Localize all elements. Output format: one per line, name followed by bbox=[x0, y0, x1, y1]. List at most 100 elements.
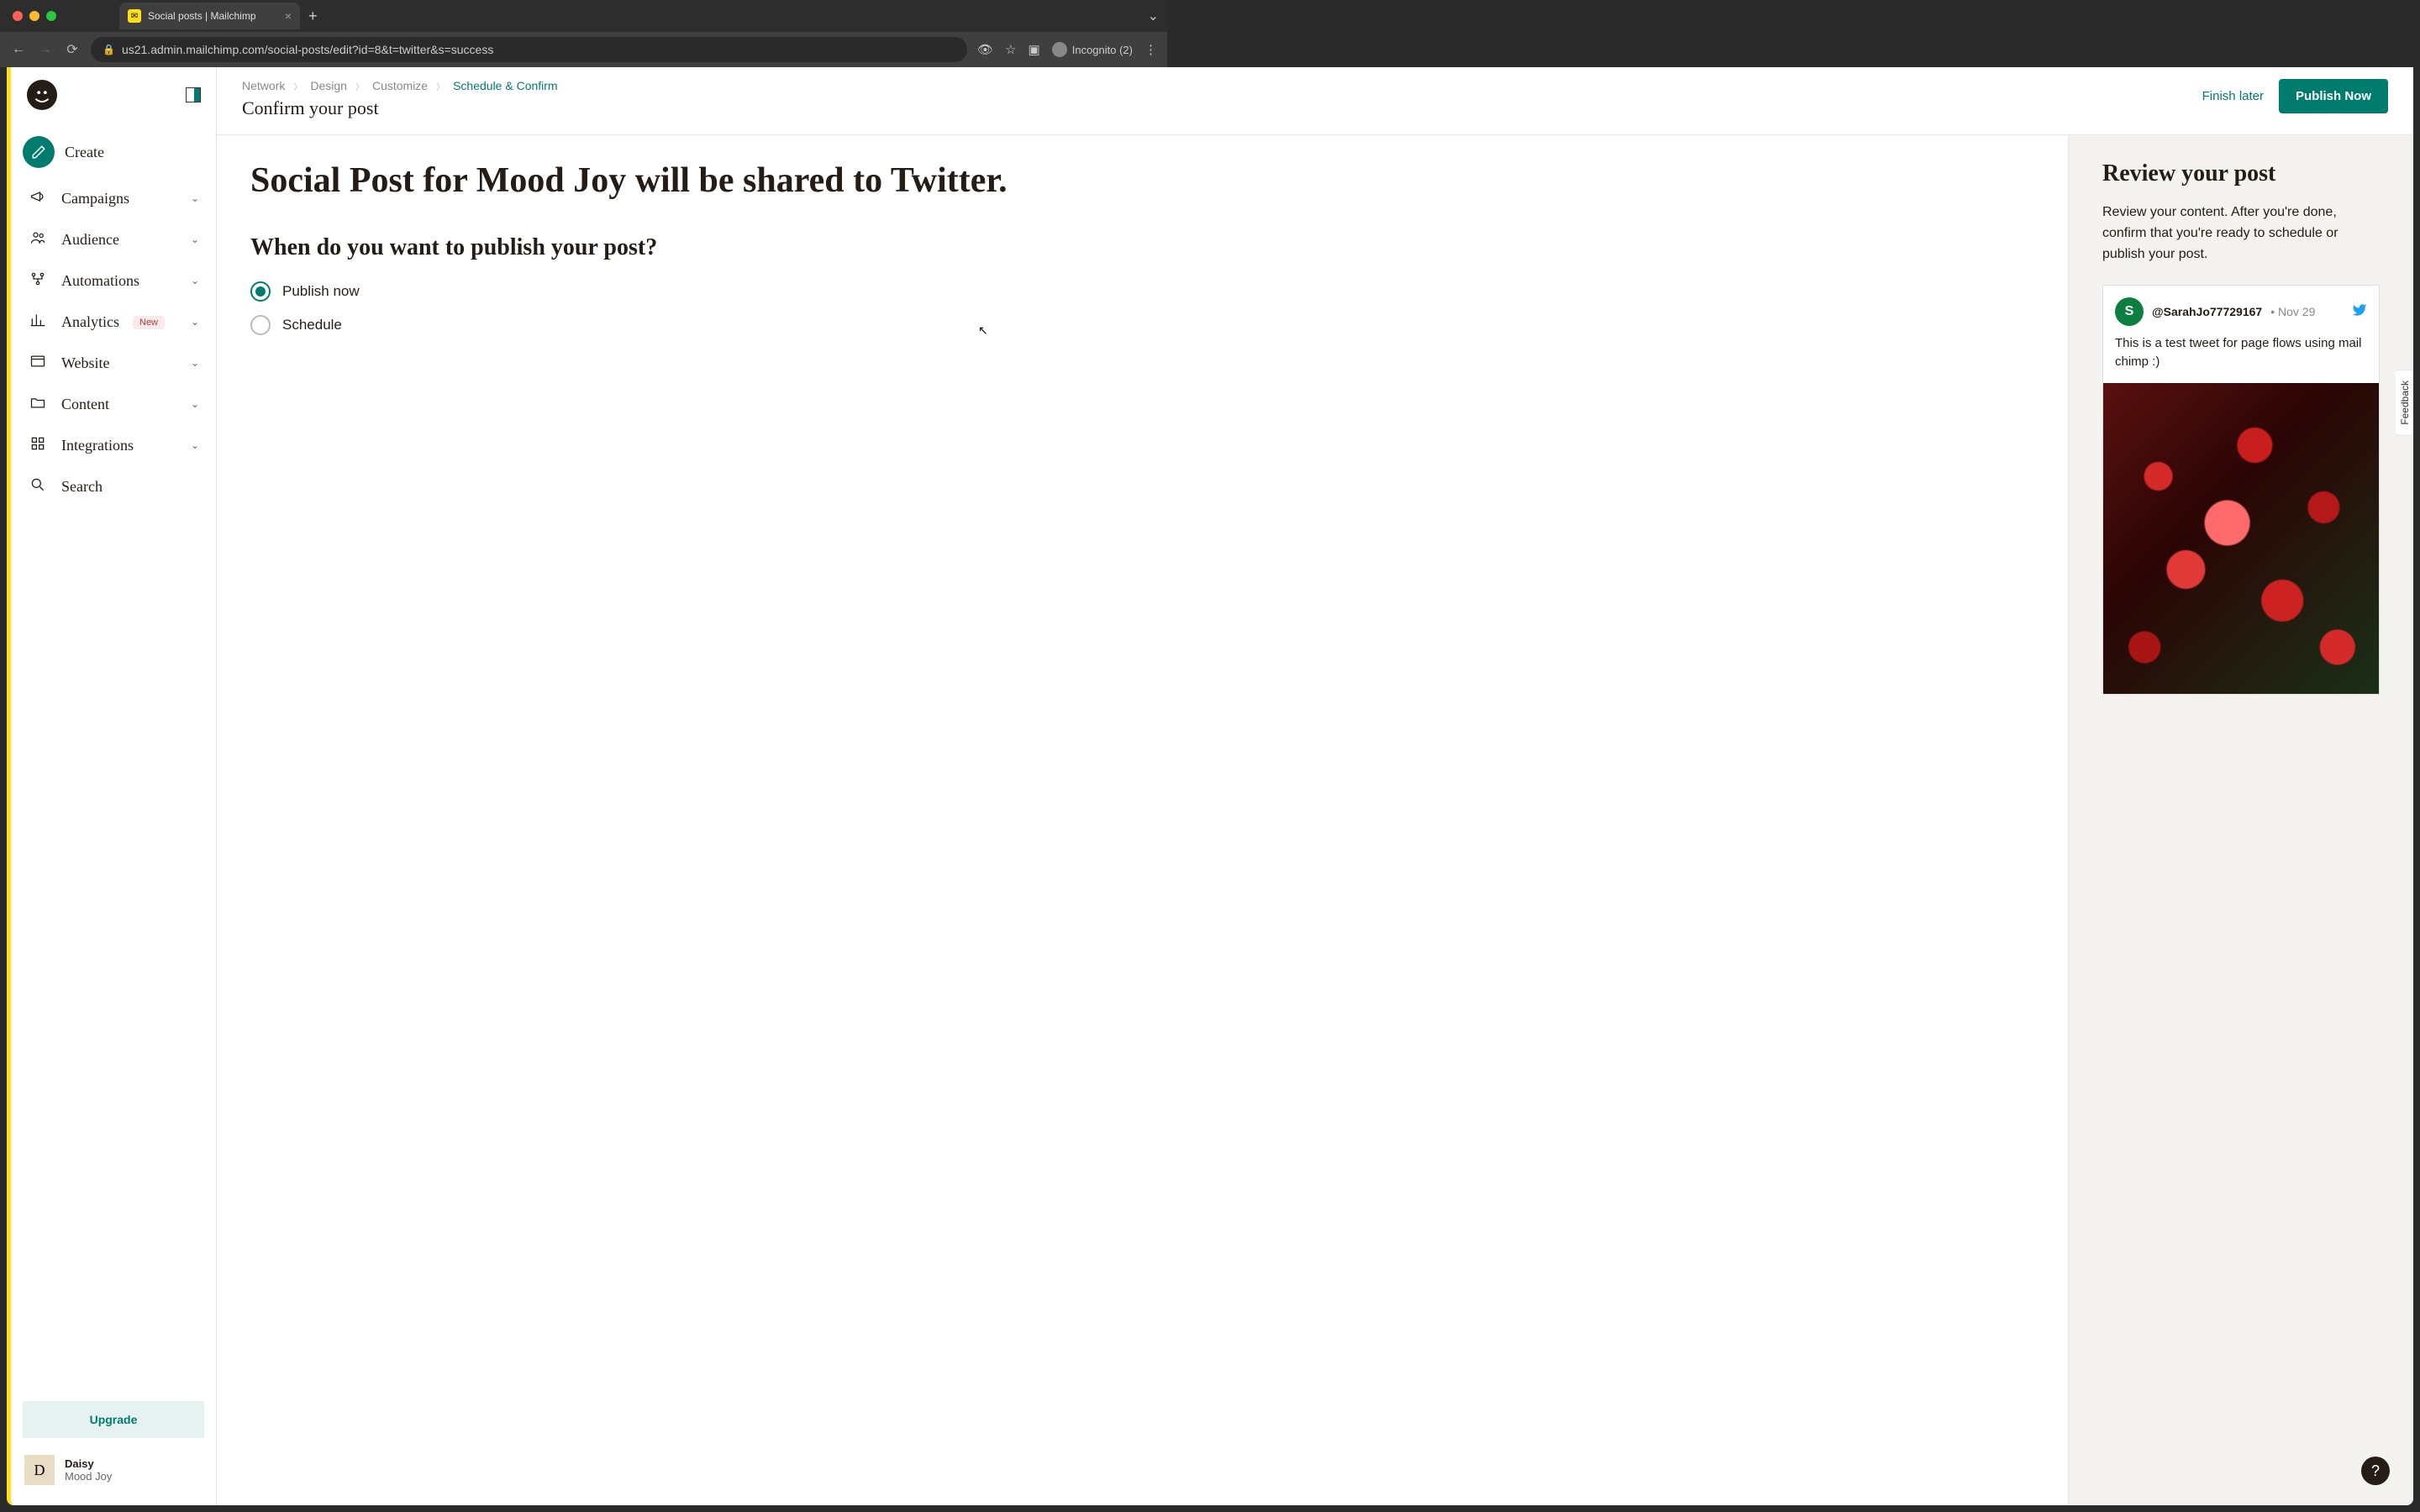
twitter-icon bbox=[2352, 302, 2367, 322]
tabs-dropdown-icon[interactable]: ⌄ bbox=[1148, 8, 1159, 24]
tweet-handle: @SarahJo77729167 bbox=[2152, 305, 2262, 318]
breadcrumb-customize[interactable]: Customize bbox=[372, 79, 428, 92]
favicon-icon: ✉ bbox=[128, 9, 141, 23]
close-window-icon[interactable] bbox=[13, 11, 23, 21]
radio-label: Publish now bbox=[282, 283, 360, 300]
nav-label: Audience bbox=[61, 231, 119, 249]
breadcrumb-schedule-confirm[interactable]: Schedule & Confirm bbox=[453, 79, 558, 92]
nav-label: Campaigns bbox=[61, 190, 129, 207]
pencil-icon bbox=[23, 136, 55, 168]
finish-later-link[interactable]: Finish later bbox=[2202, 89, 2264, 103]
kebab-menu-icon[interactable]: ⋮ bbox=[1144, 42, 1157, 57]
chevron-right-icon: 〉 bbox=[293, 80, 302, 92]
extension-icon[interactable]: ▣ bbox=[1028, 42, 1040, 57]
chevron-down-icon: ⌄ bbox=[191, 357, 199, 370]
tab-close-icon[interactable]: × bbox=[285, 9, 292, 23]
browser-tab[interactable]: ✉ Social posts | Mailchimp × bbox=[119, 3, 300, 29]
radio-publish-now[interactable]: Publish now bbox=[250, 281, 2034, 302]
radio-icon bbox=[250, 281, 271, 302]
incognito-label: Incognito (2) bbox=[1072, 44, 1133, 56]
sidebar-item-campaigns[interactable]: Campaigns ⌄ bbox=[19, 178, 208, 219]
lock-icon: 🔒 bbox=[103, 44, 115, 55]
chevron-down-icon: ⌄ bbox=[191, 275, 199, 287]
sidebar-item-analytics[interactable]: Analytics New ⌄ bbox=[19, 302, 208, 343]
eye-off-icon[interactable]: 👁 bbox=[977, 42, 993, 57]
chevron-right-icon: 〉 bbox=[436, 80, 445, 92]
sidebar-item-integrations[interactable]: Integrations ⌄ bbox=[19, 425, 208, 466]
forward-button[interactable]: → bbox=[37, 42, 54, 57]
url-text: us21.admin.mailchimp.com/social-posts/ed… bbox=[122, 43, 493, 56]
sidebar-item-automations[interactable]: Automations ⌄ bbox=[19, 260, 208, 302]
upgrade-button[interactable]: Upgrade bbox=[23, 1401, 204, 1438]
review-title: Review your post bbox=[2102, 160, 2380, 187]
user-info: Daisy Mood Joy bbox=[65, 1457, 112, 1483]
browser-chrome: ✉ Social posts | Mailchimp × + ⌄ ← → ⟳ 🔒… bbox=[0, 0, 1167, 67]
page-header: Network 〉 Design 〉 Customize 〉 Schedule … bbox=[217, 67, 2413, 135]
app-window: Create Campaigns ⌄ Audience ⌄ bbox=[7, 67, 2413, 1505]
nav-label: Analytics bbox=[61, 313, 119, 331]
radio-schedule[interactable]: Schedule bbox=[250, 315, 2034, 335]
tab-bar: ✉ Social posts | Mailchimp × + ⌄ bbox=[0, 0, 1167, 32]
breadcrumb-network[interactable]: Network bbox=[242, 79, 285, 92]
mailchimp-logo[interactable] bbox=[26, 79, 58, 111]
bar-chart-icon bbox=[28, 312, 48, 333]
breadcrumb-design[interactable]: Design bbox=[310, 79, 347, 92]
help-icon: ? bbox=[2371, 1462, 2380, 1480]
help-button[interactable]: ? bbox=[2361, 1457, 2390, 1485]
flow-icon bbox=[28, 270, 48, 291]
browser-toolbar-icons: 👁 ☆ ▣ Incognito (2) ⋮ bbox=[977, 42, 1157, 57]
section-title: When do you want to publish your post? bbox=[250, 234, 2034, 261]
sidebar-item-content[interactable]: Content ⌄ bbox=[19, 384, 208, 425]
create-label: Create bbox=[65, 144, 104, 161]
tweet-date: • Nov 29 bbox=[2270, 305, 2315, 318]
megaphone-icon bbox=[28, 188, 48, 209]
radio-icon bbox=[250, 315, 271, 335]
tweet-avatar: S bbox=[2115, 297, 2144, 326]
chevron-right-icon: 〉 bbox=[355, 80, 364, 92]
nav-label: Content bbox=[61, 396, 109, 413]
new-badge: New bbox=[133, 316, 165, 329]
reload-button[interactable]: ⟳ bbox=[64, 41, 81, 58]
grid-icon bbox=[28, 435, 48, 456]
sidebar: Create Campaigns ⌄ Audience ⌄ bbox=[11, 67, 217, 1505]
user-avatar: D bbox=[24, 1455, 55, 1485]
incognito-icon bbox=[1052, 42, 1067, 57]
user-name: Daisy bbox=[65, 1457, 112, 1470]
chevron-down-icon: ⌄ bbox=[191, 439, 199, 452]
radio-label: Schedule bbox=[282, 317, 342, 333]
chevron-down-icon: ⌄ bbox=[191, 192, 199, 205]
maximize-window-icon[interactable] bbox=[46, 11, 56, 21]
tweet-header: S @SarahJo77729167 • Nov 29 bbox=[2103, 286, 2379, 334]
review-description: Review your content. After you're done, … bbox=[2102, 202, 2380, 265]
content-row: Social Post for Mood Joy will be shared … bbox=[217, 135, 2413, 1505]
tweet-preview-card: S @SarahJo77729167 • Nov 29 This is a te… bbox=[2102, 285, 2380, 695]
nav-label: Automations bbox=[61, 272, 139, 290]
create-button[interactable]: Create bbox=[19, 126, 208, 178]
minimize-window-icon[interactable] bbox=[29, 11, 39, 21]
incognito-badge[interactable]: Incognito (2) bbox=[1052, 42, 1133, 57]
tweet-body: This is a test tweet for page flows usin… bbox=[2103, 334, 2379, 383]
nav-label: Integrations bbox=[61, 437, 134, 454]
address-bar-row: ← → ⟳ 🔒 us21.admin.mailchimp.com/social-… bbox=[0, 32, 1167, 67]
publish-now-button[interactable]: Publish Now bbox=[2279, 79, 2388, 113]
feedback-tab[interactable]: Feedback bbox=[2396, 370, 2413, 436]
collapse-sidebar-icon[interactable] bbox=[186, 87, 201, 102]
breadcrumb: Network 〉 Design 〉 Customize 〉 Schedule … bbox=[242, 79, 2202, 92]
back-button[interactable]: ← bbox=[10, 42, 27, 57]
address-bar[interactable]: 🔒 us21.admin.mailchimp.com/social-posts/… bbox=[91, 37, 967, 62]
primary-nav: Create Campaigns ⌄ Audience ⌄ bbox=[11, 126, 216, 1393]
chevron-down-icon: ⌄ bbox=[191, 316, 199, 328]
chevron-down-icon: ⌄ bbox=[191, 398, 199, 411]
page-subtitle: Confirm your post bbox=[242, 97, 2202, 119]
sidebar-item-website[interactable]: Website ⌄ bbox=[19, 343, 208, 384]
nav-label: Search bbox=[61, 478, 103, 496]
star-icon[interactable]: ☆ bbox=[1005, 42, 1016, 57]
account-switcher[interactable]: D Daisy Mood Joy bbox=[11, 1446, 216, 1494]
chevron-down-icon: ⌄ bbox=[191, 234, 199, 246]
sidebar-item-audience[interactable]: Audience ⌄ bbox=[19, 219, 208, 260]
search-icon bbox=[28, 476, 48, 497]
tab-title: Social posts | Mailchimp bbox=[148, 10, 278, 22]
new-tab-button[interactable]: + bbox=[308, 8, 318, 25]
main-content: Network 〉 Design 〉 Customize 〉 Schedule … bbox=[217, 67, 2413, 1505]
sidebar-item-search[interactable]: Search bbox=[19, 466, 208, 507]
